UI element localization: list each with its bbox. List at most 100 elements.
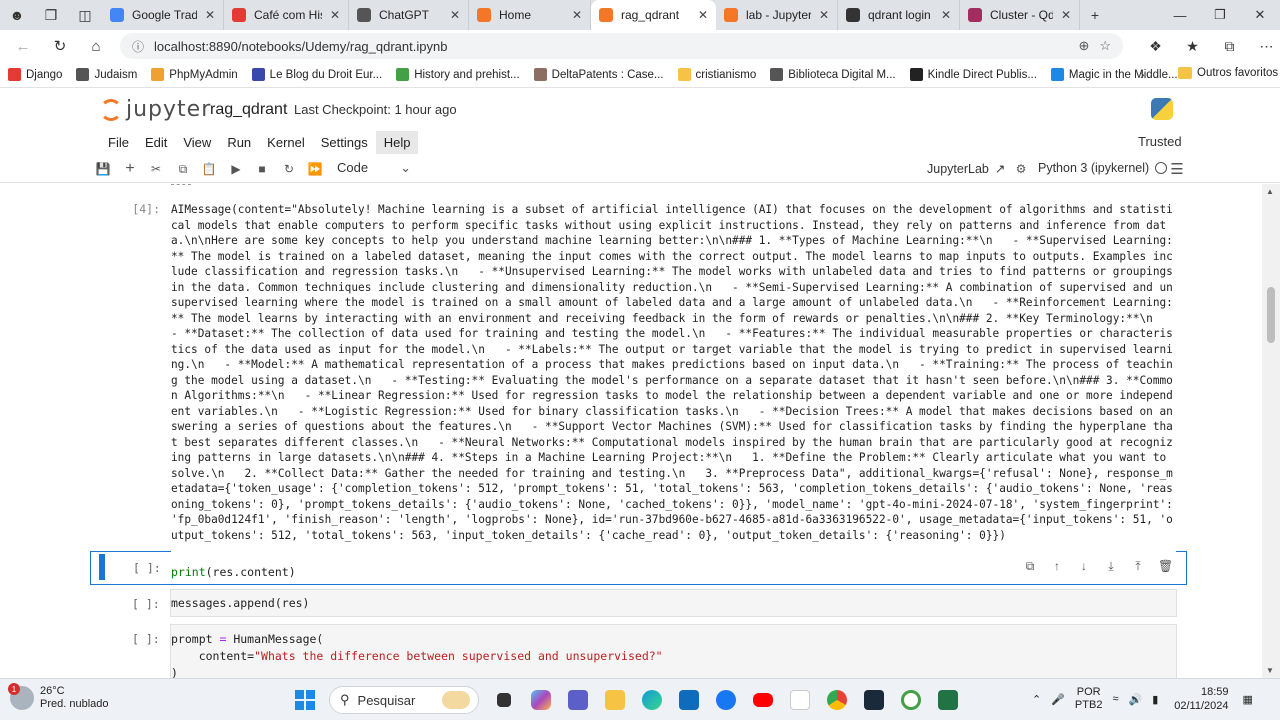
excel-icon[interactable]: [929, 686, 966, 714]
weather-widget[interactable]: 1 26°C Pred. nublado: [8, 683, 109, 711]
code-cell[interactable]: [ ]: messages.append(res): [90, 589, 1187, 617]
volume-icon[interactable]: 🔊: [1128, 693, 1142, 706]
task-view-icon[interactable]: [485, 686, 522, 714]
menu-edit[interactable]: Edit: [137, 131, 175, 154]
chrome-icon[interactable]: [818, 686, 855, 714]
more-menu-icon[interactable]: ⋯: [1248, 38, 1280, 55]
cut-icon[interactable]: ✂: [146, 160, 166, 178]
taskbar-search[interactable]: ⚲ Pesquisar: [329, 686, 479, 714]
show-hidden-icons-icon[interactable]: ⌃: [1032, 693, 1041, 706]
youtube-icon[interactable]: [744, 686, 781, 714]
wifi-icon[interactable]: ≈: [1112, 693, 1118, 705]
battery-icon[interactable]: ▮: [1152, 693, 1158, 706]
back-button[interactable]: ←: [5, 30, 41, 62]
browser-tab[interactable]: ChatGPT ✕: [349, 0, 469, 30]
jupyter-logo[interactable]: jupyter: [100, 97, 211, 122]
copilot-app-icon[interactable]: [522, 686, 559, 714]
kernel-status[interactable]: Python 3 (ipykernel): [1038, 161, 1168, 175]
teams-icon[interactable]: [559, 686, 596, 714]
clock[interactable]: 18:59 02/11/2024: [1174, 685, 1228, 713]
workspaces-icon[interactable]: ❐: [34, 0, 68, 30]
menu-run[interactable]: Run: [219, 131, 259, 154]
copy-icon[interactable]: ⧉: [173, 160, 193, 178]
terminal-app-icon[interactable]: [855, 686, 892, 714]
restart-run-all-icon[interactable]: ⏩: [305, 160, 325, 178]
hamburger-menu-icon[interactable]: ☰: [1167, 160, 1187, 178]
delete-cell-icon[interactable]: 🗑: [1158, 559, 1173, 574]
amazon-icon[interactable]: [781, 686, 818, 714]
collections-icon[interactable]: ⧉: [1211, 38, 1248, 55]
bookmark-item[interactable]: Le Blog du Droit Eur...: [251, 68, 382, 81]
close-window-button[interactable]: ✕: [1240, 0, 1280, 30]
notifications-icon[interactable]: ▦: [1243, 693, 1253, 706]
zoom-icon[interactable]: ⊕: [1078, 38, 1089, 54]
debugger-icon[interactable]: ⚙: [1011, 160, 1031, 178]
code-input[interactable]: prompt = HumanMessage( content="Whats th…: [170, 624, 1177, 678]
insert-cell-icon[interactable]: +: [120, 160, 140, 178]
favorite-star-icon[interactable]: ☆: [1099, 38, 1111, 54]
cell-type-select[interactable]: Code ⌄: [337, 160, 411, 176]
close-tab-icon[interactable]: ✕: [698, 8, 708, 22]
bookmark-item[interactable]: Biblioteca Digital M...: [770, 68, 896, 81]
site-info-icon[interactable]: ⓘ: [132, 38, 144, 55]
close-tab-icon[interactable]: ✕: [941, 8, 951, 22]
interrupt-icon[interactable]: ■: [252, 160, 272, 178]
run-icon[interactable]: ▶: [226, 160, 246, 178]
close-tab-icon[interactable]: ✕: [450, 8, 460, 22]
code-input[interactable]: messages.append(res): [170, 589, 1177, 617]
close-tab-icon[interactable]: ✕: [572, 8, 582, 22]
facebook-icon[interactable]: [707, 686, 744, 714]
browser-tab[interactable]: Cluster - Qdrant ✕: [960, 0, 1080, 30]
browser-tab[interactable]: Café com Histór ✕: [224, 0, 349, 30]
trusted-indicator[interactable]: Trusted: [1132, 132, 1188, 151]
notebook-name[interactable]: rag_qdrant: [210, 101, 287, 119]
bookmark-item[interactable]: PhpMyAdmin: [151, 68, 238, 81]
save-icon[interactable]: 💾: [93, 160, 113, 178]
bookmark-item[interactable]: Kindle Direct Publis...: [909, 68, 1037, 81]
vertical-scrollbar[interactable]: ▲ ▼: [1262, 184, 1280, 678]
insert-below-icon[interactable]: ⤒: [1131, 559, 1145, 574]
bookmark-item[interactable]: Magic in the Middle...: [1050, 68, 1178, 81]
microphone-icon[interactable]: 🎤: [1051, 693, 1065, 706]
profile-icon[interactable]: ☻: [0, 0, 34, 30]
browser-tab[interactable]: lab - JupyterLab ✕: [716, 0, 838, 30]
browser-tab[interactable]: qdrant login - Pe ✕: [838, 0, 960, 30]
menu-kernel[interactable]: Kernel: [259, 131, 313, 154]
close-tab-icon[interactable]: ✕: [1061, 8, 1071, 22]
home-button[interactable]: ⌂: [78, 30, 114, 62]
browser-tab[interactable]: rag_qdrant ✕: [591, 0, 716, 30]
reload-button[interactable]: ↻: [42, 30, 78, 62]
scroll-down-icon[interactable]: ▼: [1266, 666, 1274, 675]
browser-tab[interactable]: Google Tradutor ✕: [102, 0, 224, 30]
language-indicator[interactable]: POR PTB2: [1075, 686, 1103, 712]
menu-file[interactable]: File: [100, 131, 137, 154]
extensions-icon[interactable]: ❖: [1137, 38, 1174, 55]
bookmark-item[interactable]: cristianismo: [677, 68, 756, 81]
move-down-icon[interactable]: ↓: [1077, 559, 1091, 574]
outlook-icon[interactable]: [670, 686, 707, 714]
code-cell-active[interactable]: [ ]: print(res.content) ⧉ ↑ ↓ ⤓ ⤒ 🗑: [90, 551, 1187, 585]
bookmark-item[interactable]: History and prehist...: [396, 68, 520, 81]
browser-tab[interactable]: Home ✕: [469, 0, 591, 30]
menu-view[interactable]: View: [175, 131, 219, 154]
bookmark-item[interactable]: Judaism: [76, 68, 137, 81]
move-up-icon[interactable]: ↑: [1050, 559, 1064, 574]
paste-icon[interactable]: 📋: [199, 160, 219, 178]
bookmarks-overflow-icon[interactable]: ›: [1140, 66, 1145, 82]
bookmark-item[interactable]: Django: [8, 68, 62, 81]
duplicate-cell-icon[interactable]: ⧉: [1023, 559, 1037, 574]
code-cell[interactable]: [ ]: prompt = HumanMessage( content="Wha…: [90, 624, 1187, 678]
close-tab-icon[interactable]: ✕: [819, 8, 829, 22]
close-tab-icon[interactable]: ✕: [205, 8, 215, 22]
minimize-button[interactable]: —: [1160, 0, 1200, 30]
insert-above-icon[interactable]: ⤓: [1104, 559, 1118, 574]
favorites-icon[interactable]: ★: [1174, 38, 1211, 55]
jupyterlab-link[interactable]: JupyterLab ↗: [927, 161, 1005, 177]
other-favorites-folder[interactable]: Outros favoritos: [1178, 67, 1278, 79]
menu-help[interactable]: Help: [375, 130, 419, 154]
vertical-tabs-icon[interactable]: ◫: [68, 0, 102, 30]
menu-settings[interactable]: Settings: [313, 131, 376, 154]
restart-icon[interactable]: ↻: [279, 160, 299, 178]
close-tab-icon[interactable]: ✕: [330, 8, 340, 22]
bookmark-item[interactable]: DeltaPatents : Case...: [533, 68, 664, 81]
